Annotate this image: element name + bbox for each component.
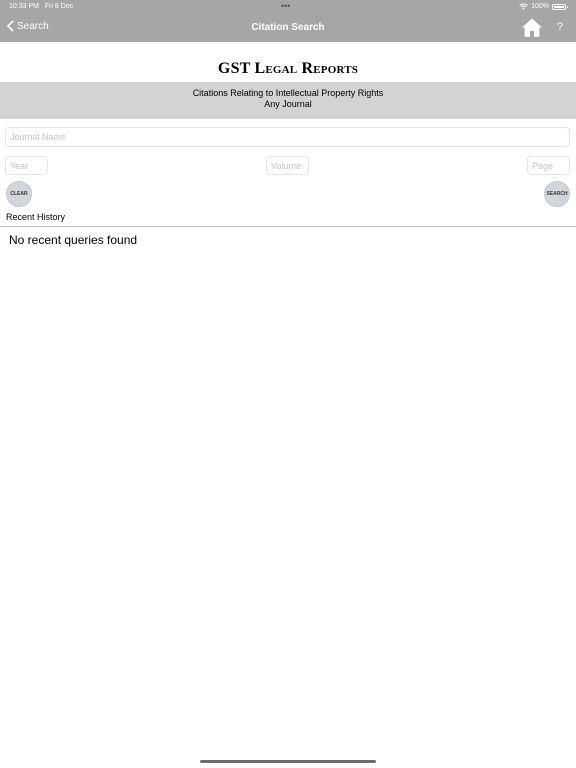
year-input[interactable] — [5, 156, 48, 175]
battery-icon — [552, 3, 568, 10]
nav-bar: Search Citation Search ? — [0, 14, 576, 42]
status-date-text: Fri 8 Dec — [44, 3, 74, 10]
journal-name-input[interactable] — [5, 127, 570, 147]
battery-percent: 100% — [531, 3, 549, 10]
home-button[interactable] — [521, 17, 543, 39]
status-right: 100% — [519, 3, 568, 10]
chevron-left-icon — [7, 20, 14, 32]
page-title: Citation Search — [251, 22, 325, 33]
multitasking-dots[interactable]: ••• — [281, 1, 290, 11]
search-button[interactable]: SEARCH — [544, 181, 570, 207]
status-bar: 10:33 PM Fri 8 Dec ••• 100% — [0, 0, 576, 14]
recent-history-heading: Recent History — [6, 212, 66, 222]
empty-history-message: No recent queries found — [9, 233, 138, 247]
status-time: 10:33 PM Fri 8 Dec — [9, 3, 73, 10]
clear-button[interactable]: CLEAR — [6, 181, 32, 207]
page-input[interactable] — [527, 156, 570, 175]
help-button[interactable]: ? — [557, 21, 563, 33]
home-icon — [522, 18, 542, 37]
app-logo: GST Legal Reports — [217, 60, 359, 77]
volume-input[interactable] — [266, 156, 309, 175]
wifi-icon — [519, 3, 528, 10]
context-banner: Citations Relating to Intellectual Prope… — [0, 82, 576, 119]
divider — [0, 226, 576, 227]
banner-subject: Citations Relating to Intellectual Prope… — [192, 88, 384, 98]
banner-journal: Any Journal — [264, 99, 312, 109]
back-button[interactable]: Search — [7, 20, 49, 32]
status-time-text: 10:33 PM — [9, 3, 39, 10]
back-button-label: Search — [17, 20, 49, 32]
home-indicator[interactable] — [200, 760, 376, 763]
